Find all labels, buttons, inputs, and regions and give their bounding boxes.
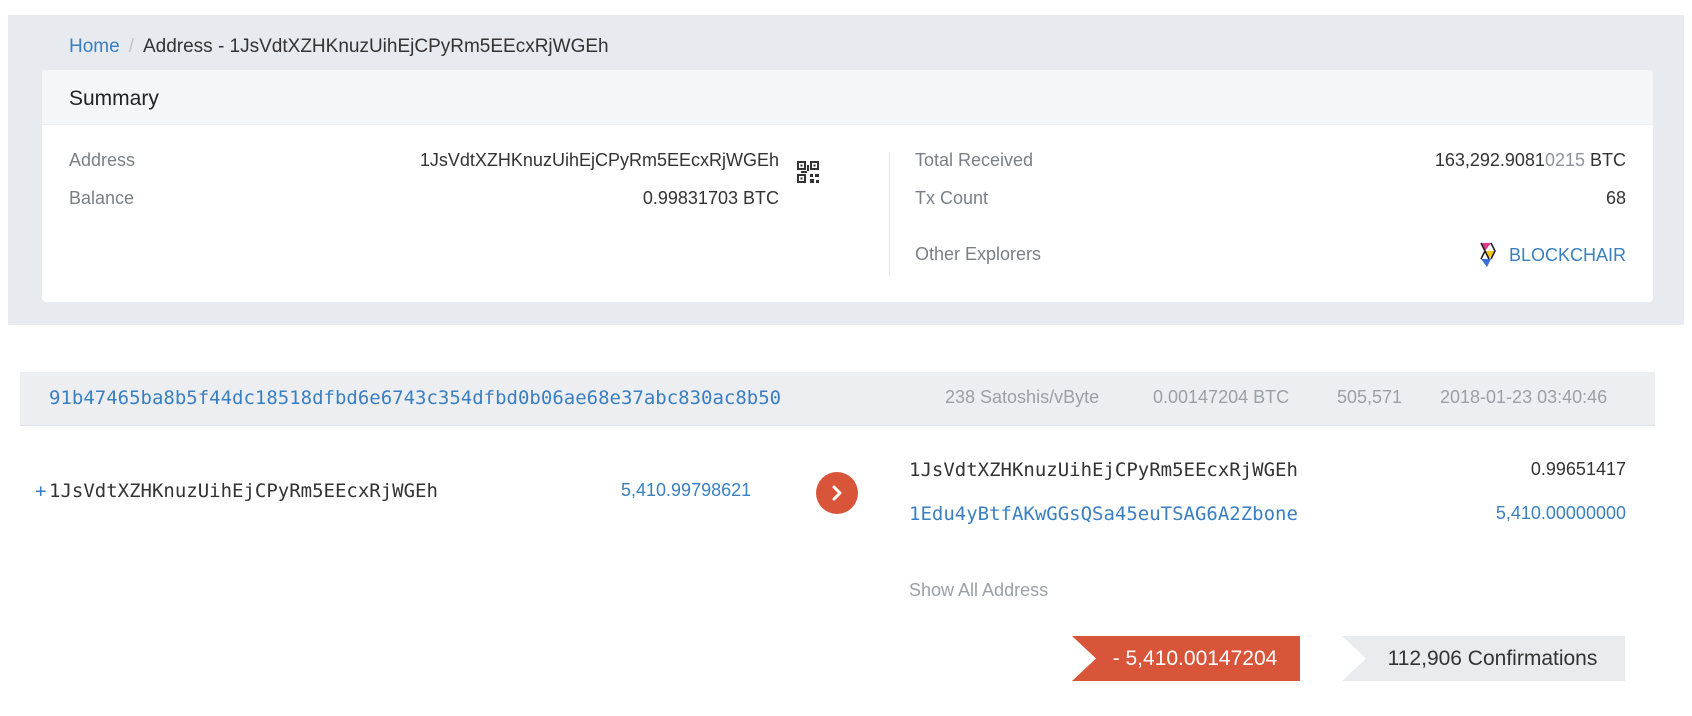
summary-title: Summary — [69, 87, 159, 110]
transaction-timestamp: 2018-01-23 03:40:46 — [1440, 387, 1608, 407]
total-received-value: 163,292.90810215 BTC — [1435, 150, 1626, 171]
output-address-1[interactable]: 1JsVdtXZHKnuzUihEjCPyRm5EEcxRjWGEh — [909, 459, 1298, 481]
total-received-main: 163,292.9081 — [1434, 150, 1545, 170]
address-label: Address — [69, 150, 136, 170]
balance-value: 0.99831703 BTC — [643, 188, 779, 209]
show-all-address-link[interactable]: Show All Address — [909, 580, 1048, 601]
summary-divider — [889, 152, 890, 276]
balance-label: Balance — [69, 188, 135, 208]
summary-card-header — [42, 70, 1653, 125]
net-change-badge: - 5,410.00147204 — [1072, 636, 1300, 681]
blockchair-logo-icon — [1480, 242, 1496, 267]
breadcrumb-separator: / — [128, 36, 134, 57]
total-received-label: Total Received — [915, 150, 1034, 170]
transfer-arrow-icon — [816, 472, 858, 514]
breadcrumb: Home / Address - 1JsVdtXZHKnuzUihEjCPyRm5E… — [69, 36, 609, 58]
input-address[interactable]: 1JsVdtXZHKnuzUihEjCPyRm5EEcxRjWGEh — [49, 480, 438, 502]
total-received-unit: BTC — [1590, 150, 1626, 170]
input-prefix: + — [35, 480, 47, 502]
blockchair-link[interactable]: BLOCKCHAIR — [1477, 242, 1626, 268]
blockchair-link-label: BLOCKCHAIR — [1508, 244, 1626, 265]
input-amount: 5,410.99798621 — [621, 480, 752, 500]
summary-card: Summary Address 1JsVdtXZHKnuzUihEjCPyRm5… — [42, 70, 1653, 302]
block-height: 505,571 — [1337, 387, 1403, 407]
other-explorers-label: Other Explorers — [915, 244, 1042, 264]
output-amount-1: 0.99651417 — [1530, 459, 1626, 479]
transaction-hash-link[interactable]: 91b47465ba8b5f44dc18518dfbd6e6743c354dfb… — [49, 387, 781, 409]
breadcrumb-home-link[interactable]: Home — [69, 36, 120, 57]
fee-rate: 238 Satoshis/vByte — [945, 387, 1100, 407]
total-received-dim: 0215 — [1544, 150, 1585, 170]
balance-unit: BTC — [743, 188, 779, 208]
output-amount-2: 5,410.00000000 — [1495, 503, 1626, 523]
balance-amount: 0.99831703 — [642, 188, 738, 208]
tx-count-label: Tx Count — [915, 188, 989, 208]
breadcrumb-current: Address - 1JsVdtXZHKnuzUihEjCPyRm5EEcxRj… — [142, 36, 609, 57]
output-address-2[interactable]: 1Edu4yBtfAKwGGsQSa45euTSAG6A2Zbone — [909, 503, 1298, 525]
tx-count-value: 68 — [1605, 188, 1626, 208]
transaction-fee: 0.00147204 BTC — [1153, 387, 1290, 407]
confirmations-badge: 112,906 Confirmations — [1342, 636, 1625, 681]
address-value: 1JsVdtXZHKnuzUihEjCPyRm5EEcxRjWGEh — [419, 150, 779, 170]
qr-code-icon[interactable] — [797, 161, 819, 183]
transaction-header: 91b47465ba8b5f44dc18518dfbd6e6743c354dfb… — [20, 372, 1655, 426]
